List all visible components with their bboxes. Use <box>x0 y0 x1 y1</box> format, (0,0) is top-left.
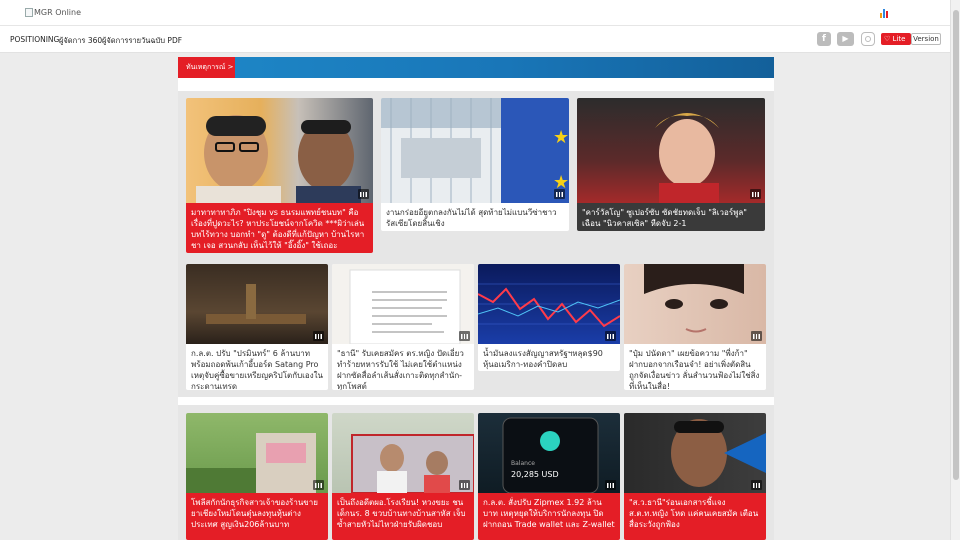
news-section-1: มาทาทาทาภิภ "ปิงชุม vs ธนรมแพทย์ชนบท" คื… <box>178 91 774 397</box>
svg-text:Balance: Balance <box>511 460 535 467</box>
chart-icon <box>313 480 324 490</box>
news-card[interactable]: เป็นถึงอดีตผอ.โรงเรียน! หวงขยะ ชนเด็กนร.… <box>332 413 474 540</box>
news-photo-senator <box>671 419 766 487</box>
news-thumbnail <box>186 98 373 203</box>
chart-icon <box>750 189 761 199</box>
site-logo-alt-text: MGR Online <box>34 8 82 17</box>
news-thumbnail <box>186 413 328 493</box>
news-photo-eu-flag: ★ ★ <box>381 98 569 203</box>
news-headline[interactable]: "คาร์วัลโญ" ซูเปอร์ซับ ซัดชัยทดเจ็บ "ลิเ… <box>577 203 765 231</box>
news-headline[interactable]: ก.ล.ต. ปรับ "ปรมินทร์" 6 ล้านบาท พร้อมถอ… <box>186 344 328 390</box>
lite-label: Lite <box>892 35 906 43</box>
news-headline[interactable]: "ธานี" รับเคยสมัคร ตร.หญิง ปัดเอี่ยวทำร้… <box>332 344 474 390</box>
heart-icon: ♡ <box>884 35 891 43</box>
news-thumbnail <box>186 264 328 344</box>
news-card[interactable]: "ส.ว.ธานี"ร่อนเอกสารชี้แจง ส.ต.ท.หญิง โห… <box>624 413 766 540</box>
chart-icon <box>459 331 470 341</box>
chart-icon <box>605 331 616 341</box>
news-headline[interactable]: เป็นถึงอดีตผอ.โรงเรียน! หวงขยะ ชนเด็กนร.… <box>332 493 474 540</box>
news-thumbnail <box>332 413 474 493</box>
news-thumbnail <box>478 264 620 344</box>
stats-icon[interactable] <box>880 8 889 18</box>
news-card[interactable]: "ธานี" รับเคยสมัคร ตร.หญิง ปัดเอี่ยวทำร้… <box>332 264 474 390</box>
chart-icon <box>459 480 470 490</box>
news-headline[interactable]: โพลีสกักนักธุรกิจสาวเจ้าของร้านขายยาเชีย… <box>186 493 328 540</box>
news-photo-document <box>349 269 461 344</box>
news-section-2: โพลีสกักนักธุรกิจสาวเจ้าของร้านขายยาเชีย… <box>178 405 774 540</box>
news-photo-woman <box>644 264 744 333</box>
news-photo-house <box>186 433 316 493</box>
page-scrollbar[interactable] <box>950 0 960 540</box>
news-card[interactable]: ก.ล.ต. ปรับ "ปรมินทร์" 6 ล้านบาท พร้อมถอ… <box>186 264 328 390</box>
version-label[interactable]: Version <box>911 33 941 45</box>
breaking-news-label[interactable]: ทันเหตุการณ์ > <box>178 57 235 78</box>
instagram-icon[interactable] <box>861 32 875 46</box>
news-card[interactable]: Balance 20,285 USD ก.ล.ต. สั่งปรับ Zipme… <box>478 413 620 540</box>
main-navbar: POSITIONING ผู้จัดการ 360 ผู้จัดการรายวั… <box>0 26 950 53</box>
news-photo-footballer <box>655 113 719 203</box>
news-thumbnail <box>624 264 766 344</box>
main-content: ทันเหตุการณ์ > มาทาทาทาภิภ "ปิงชุม vs ธน… <box>178 57 774 540</box>
news-card[interactable]: "ปุ๋ม ปนัดดา" เผยข้อความ "พี่งก้า" ฝากบอ… <box>624 264 766 390</box>
news-card[interactable]: "คาร์วัลโญ" ซูเปอร์ซับ ซัดชัยทดเจ็บ "ลิเ… <box>577 98 765 231</box>
broken-image-icon <box>25 8 33 17</box>
scrollbar-thumb[interactable] <box>953 10 959 480</box>
news-thumbnail: ★ ★ <box>381 98 569 203</box>
chart-icon <box>751 480 762 490</box>
lite-version-button[interactable]: ♡ Lite <box>881 33 911 45</box>
news-photo-gavel <box>206 284 306 324</box>
chart-icon <box>358 189 369 199</box>
nav-link-daily-pdf[interactable]: ผู้จัดการรายวันฉบับ PDF <box>102 35 182 47</box>
news-headline[interactable]: มาทาทาทาภิภ "ปิงชุม vs ธนรมแพทย์ชนบท" คื… <box>186 203 373 253</box>
chart-icon <box>605 480 616 490</box>
news-headline[interactable]: "ส.ว.ธานี"ร่อนเอกสารชี้แจง ส.ต.ท.หญิง โห… <box>624 493 766 540</box>
svg-text:20,285 USD: 20,285 USD <box>511 470 559 479</box>
news-thumbnail <box>577 98 765 203</box>
svg-text:★: ★ <box>553 127 569 148</box>
news-card[interactable]: ★ ★ งานกร่อยอียูตกลงกันไม่ได้ สุดท้ายไม่… <box>381 98 569 231</box>
chart-icon <box>751 331 762 341</box>
youtube-icon[interactable]: ▶ <box>837 32 854 46</box>
news-thumbnail: Balance 20,285 USD <box>478 413 620 493</box>
top-header: MGR Online <box>0 0 950 26</box>
news-photo-school <box>351 434 474 493</box>
news-photo-crypto-phone: Balance 20,285 USD <box>502 417 599 493</box>
news-card[interactable]: น้ำมันลงแรงสัญญาสหรัฐฯหลุด$90 หุ้นอเมริก… <box>478 264 620 371</box>
news-headline[interactable]: ก.ล.ต. สั่งปรับ Zipmex 1.92 ล้านบาท เหตุ… <box>478 493 620 540</box>
news-headline[interactable]: น้ำมันลงแรงสัญญาสหรัฐฯหลุด$90 หุ้นอเมริก… <box>478 344 620 371</box>
breaking-news-bar[interactable]: ทันเหตุการณ์ > <box>178 57 774 78</box>
news-headline[interactable]: "ปุ๋ม ปนัดดา" เผยข้อความ "พี่งก้า" ฝากบอ… <box>624 344 766 390</box>
site-logo[interactable]: MGR Online <box>25 8 81 17</box>
news-photo-stock-chart <box>478 283 620 328</box>
news-headline[interactable]: งานกร่อยอียูตกลงกันไม่ได้ สุดท้ายไม่แบนว… <box>381 203 569 231</box>
chart-icon <box>554 189 565 199</box>
news-photo-two-men <box>196 115 361 203</box>
news-thumbnail <box>624 413 766 493</box>
news-card[interactable]: มาทาทาทาภิภ "ปิงชุม vs ธนรมแพทย์ชนบท" คื… <box>186 98 373 253</box>
news-card[interactable]: โพลีสกักนักธุรกิจสาวเจ้าของร้านขายยาเชีย… <box>186 413 328 540</box>
nav-link-positioning[interactable]: POSITIONING <box>10 35 59 44</box>
chart-icon <box>313 331 324 341</box>
nav-link-manager-360[interactable]: ผู้จัดการ 360 <box>59 35 102 47</box>
facebook-icon[interactable]: f <box>817 32 831 46</box>
news-thumbnail <box>332 264 474 344</box>
